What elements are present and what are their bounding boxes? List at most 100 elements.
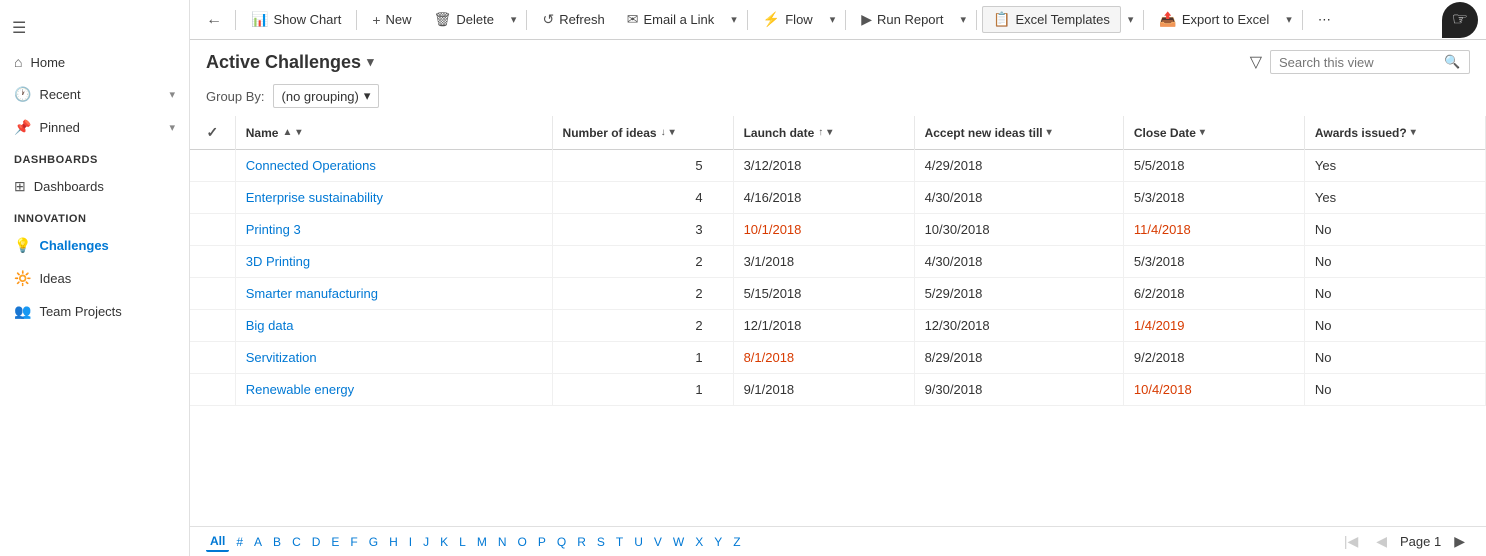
- alpha-nav-item-c[interactable]: C: [288, 533, 305, 551]
- alpha-nav-item-g[interactable]: G: [365, 533, 382, 551]
- run-report-icon: ▶: [861, 11, 872, 28]
- sidebar-item-home[interactable]: ⌂ Home: [0, 46, 189, 78]
- ideas-filter[interactable]: ▾: [670, 127, 675, 138]
- alpha-nav-item-y[interactable]: Y: [710, 533, 726, 551]
- row-check[interactable]: [190, 278, 235, 310]
- row-check[interactable]: [190, 246, 235, 278]
- sidebar-item-recent[interactable]: 🕐 Recent ▾: [0, 78, 189, 111]
- row-name[interactable]: Big data: [235, 310, 552, 342]
- email-link-button[interactable]: ✉ Email a Link: [617, 7, 725, 32]
- col-close-date[interactable]: Close Date ▾: [1123, 116, 1304, 150]
- col-awards[interactable]: Awards issued? ▾: [1304, 116, 1485, 150]
- table-container: ✓ Name ▲ ▾ Number of ideas ↓ ▾: [190, 116, 1486, 526]
- hamburger-icon[interactable]: ☰: [0, 10, 189, 46]
- row-check[interactable]: [190, 310, 235, 342]
- launch-filter[interactable]: ▾: [827, 127, 832, 138]
- search-input[interactable]: [1279, 55, 1439, 70]
- show-chart-button[interactable]: 📊 Show Chart: [241, 7, 351, 32]
- alpha-nav-item-d[interactable]: D: [308, 533, 325, 551]
- prev-page-button[interactable]: ◀: [1371, 531, 1392, 552]
- alpha-nav-item-a[interactable]: A: [250, 533, 266, 551]
- row-name[interactable]: Connected Operations: [235, 150, 552, 182]
- accept-filter[interactable]: ▾: [1047, 127, 1052, 138]
- delete-button[interactable]: 🗑 Delete: [424, 7, 504, 32]
- sidebar-item-challenges[interactable]: 💡 Challenges: [0, 229, 189, 262]
- refresh-button[interactable]: ↺ Refresh: [532, 7, 614, 32]
- more-button[interactable]: ⋯: [1308, 8, 1341, 32]
- row-check[interactable]: [190, 374, 235, 406]
- sidebar-home-label: Home: [30, 55, 65, 70]
- group-by-bar: Group By: (no grouping) ▾: [190, 80, 1486, 116]
- row-check[interactable]: [190, 214, 235, 246]
- col-launch-date[interactable]: Launch date ↑ ▾: [733, 116, 914, 150]
- alpha-nav-item-f[interactable]: F: [346, 533, 361, 551]
- row-ideas-count: 1: [552, 342, 733, 374]
- chart-icon: 📊: [251, 11, 268, 28]
- alpha-nav-item-#[interactable]: #: [232, 533, 247, 551]
- sidebar-item-pinned[interactable]: 📌 Pinned ▾: [0, 111, 189, 144]
- search-box[interactable]: 🔍: [1270, 50, 1470, 74]
- group-by-select[interactable]: (no grouping) ▾: [273, 84, 380, 108]
- alpha-nav-item-t[interactable]: T: [612, 533, 627, 551]
- name-filter[interactable]: ▾: [296, 127, 301, 138]
- alpha-nav-item-s[interactable]: S: [593, 533, 609, 551]
- alpha-nav-item-r[interactable]: R: [573, 533, 590, 551]
- sidebar-item-team-projects[interactable]: 👥 Team Projects: [0, 295, 189, 328]
- export-excel-button[interactable]: 📤 Export to Excel: [1149, 7, 1279, 32]
- col-number-of-ideas[interactable]: Number of ideas ↓ ▾: [552, 116, 733, 150]
- row-name[interactable]: Servitization: [235, 342, 552, 374]
- alpha-nav-item-z[interactable]: Z: [729, 533, 744, 551]
- alpha-nav-item-l[interactable]: L: [455, 533, 470, 551]
- next-page-button[interactable]: ▶: [1449, 531, 1470, 552]
- alpha-nav-item-b[interactable]: B: [269, 533, 285, 551]
- alpha-nav-item-e[interactable]: E: [327, 533, 343, 551]
- alpha-nav-item-x[interactable]: X: [691, 533, 707, 551]
- first-page-button[interactable]: |◀: [1339, 531, 1363, 552]
- col-accept-date[interactable]: Accept new ideas till ▾: [914, 116, 1123, 150]
- alpha-nav-item-j[interactable]: J: [419, 533, 433, 551]
- run-report-button[interactable]: ▶ Run Report: [851, 7, 953, 32]
- alpha-nav-item-h[interactable]: H: [385, 533, 402, 551]
- alpha-nav-item-q[interactable]: Q: [553, 533, 570, 551]
- row-name[interactable]: 3D Printing: [235, 246, 552, 278]
- view-title[interactable]: Active Challenges ▾: [206, 52, 374, 73]
- alpha-nav-item-k[interactable]: K: [436, 533, 452, 551]
- row-accept-date: 4/29/2018: [914, 150, 1123, 182]
- alpha-nav-item-p[interactable]: P: [534, 533, 550, 551]
- alpha-nav-item-m[interactable]: M: [473, 533, 491, 551]
- row-check[interactable]: [190, 342, 235, 374]
- alpha-nav-item-n[interactable]: N: [494, 533, 511, 551]
- row-name[interactable]: Renewable energy: [235, 374, 552, 406]
- row-check[interactable]: [190, 150, 235, 182]
- sidebar-item-dashboards[interactable]: ⊞ Dashboards: [0, 170, 189, 203]
- alpha-nav-item-all[interactable]: All: [206, 532, 229, 552]
- email-chevron[interactable]: ▾: [726, 9, 742, 30]
- row-name[interactable]: Smarter manufacturing: [235, 278, 552, 310]
- alpha-nav-item-v[interactable]: V: [650, 533, 666, 551]
- row-name[interactable]: Enterprise sustainability: [235, 182, 552, 214]
- awards-filter[interactable]: ▾: [1411, 127, 1416, 138]
- alpha-nav-item-u[interactable]: U: [630, 533, 647, 551]
- flow-button[interactable]: ⚡ Flow: [753, 7, 823, 32]
- filter-icon[interactable]: ▽: [1250, 52, 1262, 72]
- export-chevron[interactable]: ▾: [1281, 9, 1297, 30]
- row-check[interactable]: [190, 182, 235, 214]
- alpha-nav-item-o[interactable]: O: [514, 533, 531, 551]
- sidebar-recent-label: Recent: [39, 87, 80, 102]
- alpha-nav-item-i[interactable]: I: [405, 533, 416, 551]
- row-name[interactable]: Printing 3: [235, 214, 552, 246]
- col-name[interactable]: Name ▲ ▾: [235, 116, 552, 150]
- header-check[interactable]: ✓: [207, 124, 219, 140]
- home-icon: ⌂: [14, 54, 22, 70]
- row-awards: No: [1304, 374, 1485, 406]
- close-filter[interactable]: ▾: [1200, 127, 1205, 138]
- excel-templates-chevron[interactable]: ▾: [1123, 9, 1139, 30]
- sidebar-item-ideas[interactable]: 🔆 Ideas: [0, 262, 189, 295]
- run-report-chevron[interactable]: ▾: [955, 9, 971, 30]
- back-button[interactable]: ←: [198, 7, 230, 33]
- delete-chevron[interactable]: ▾: [506, 9, 522, 30]
- alpha-nav-item-w[interactable]: W: [669, 533, 688, 551]
- flow-chevron[interactable]: ▾: [825, 9, 841, 30]
- new-button[interactable]: + New: [362, 8, 421, 32]
- excel-templates-button[interactable]: 📋 Excel Templates: [982, 6, 1121, 33]
